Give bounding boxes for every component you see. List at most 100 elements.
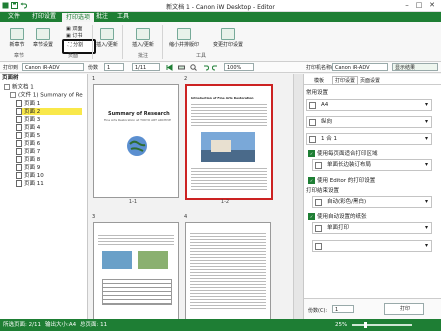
tree-page-item[interactable]: 页面 3 xyxy=(16,116,82,123)
layout-icon xyxy=(309,136,316,143)
page-indicator[interactable]: 1/11 xyxy=(132,63,160,71)
orientation-value: 纵向 xyxy=(321,119,333,125)
layout-value: 1 合 1 xyxy=(321,136,337,142)
tree-page-item[interactable]: 页面 6 xyxy=(16,140,82,147)
page-heading: Summary of Research xyxy=(108,111,170,117)
tree-root[interactable]: 新文档 1 xyxy=(4,84,34,91)
status-total-pages: 总页面: 11 xyxy=(80,322,108,328)
tab-tools[interactable]: 工具 xyxy=(113,12,133,22)
duplex-value: 单面长边装订布局 xyxy=(327,162,372,168)
zoom-in-icon[interactable] xyxy=(190,64,197,71)
copies-input[interactable]: 1 xyxy=(104,63,124,71)
group-label-tools: 工具 xyxy=(196,53,207,59)
chapter-settings-button[interactable]: 章节设置 xyxy=(30,28,56,48)
chapter-settings-icon xyxy=(36,28,50,40)
tree-document[interactable]: (文件 1) Summary of Re xyxy=(10,92,83,99)
insert-button[interactable]: 插入/更新 xyxy=(126,28,160,48)
duplex-button[interactable]: ▣ 双面 xyxy=(66,25,82,32)
expand-icon[interactable] xyxy=(4,84,10,90)
ribbon: 新章节 章节设置 ▣ 双面 ▣ 订书 ⛶ 分割 插入/更新 插入/更新 缩小并排… xyxy=(0,22,441,62)
paper-size-value: A4 xyxy=(321,102,329,108)
reduce-layout-icon xyxy=(177,28,191,40)
minimize-button[interactable]: – xyxy=(402,1,412,10)
page-icon xyxy=(16,172,22,179)
single-side-select[interactable]: 单面打印 ▾ xyxy=(312,222,432,234)
use-editor-settings-checkbox[interactable]: ✓ 使用 Editor 的打印设置 xyxy=(308,176,375,184)
copies-footer-label: 份数(C): xyxy=(308,308,328,314)
page-thumbnail[interactable] xyxy=(185,222,271,321)
group-label-page: 页面 xyxy=(68,53,79,59)
insert-update-button[interactable]: 插入/更新 xyxy=(94,28,120,48)
print-icon[interactable] xyxy=(178,64,185,71)
tree-page-item[interactable]: 页面 9 xyxy=(16,164,82,171)
tree-page-label: 页面 5 xyxy=(24,133,41,139)
show-result-button[interactable]: 显示结果 xyxy=(392,63,438,71)
fit-print-area-checkbox[interactable]: ✓ 使用每页面适合打印区域 xyxy=(308,149,378,157)
zoom-slider[interactable] xyxy=(352,324,412,326)
page-thumbnail[interactable] xyxy=(93,222,179,321)
photo-icon xyxy=(138,251,168,269)
page-thumbnail-selected[interactable]: Introduction of Fine Arts Restoration xyxy=(185,84,273,200)
status-selected-pages: 所选页面: 2/11 xyxy=(3,322,41,328)
tree-page-item[interactable]: 页面 1 xyxy=(16,100,82,107)
print-button[interactable]: 打印 xyxy=(384,303,424,315)
expand-icon[interactable] xyxy=(10,92,16,98)
redo-toolbar-icon[interactable] xyxy=(212,64,219,71)
page-icon xyxy=(16,156,22,163)
use-editor-settings-label: 使用 Editor 的打印设置 xyxy=(317,178,376,184)
tab-file[interactable]: 文件 xyxy=(4,12,24,22)
duplex-select[interactable]: 单面长边装订布局 ▾ xyxy=(312,159,432,171)
tree-page-item[interactable]: 页面 5 xyxy=(16,132,82,139)
orientation-select[interactable]: 纵向 ▾ xyxy=(306,116,432,128)
undo-toolbar-icon[interactable] xyxy=(202,64,209,71)
printer-select[interactable]: Canon iR-ADV xyxy=(22,63,84,71)
color-icon xyxy=(315,199,322,206)
color-mode-select[interactable]: 自动(彩色/黑白) ▾ xyxy=(312,196,432,208)
tab-annotation[interactable]: 批注 xyxy=(92,12,112,22)
tab-print-settings[interactable]: 打印设置 xyxy=(28,12,60,22)
status-zoom: 25% xyxy=(335,322,348,328)
group-label-chapter: 章节 xyxy=(14,53,25,59)
tree-page-item[interactable]: 页面 10 xyxy=(16,172,82,179)
status-bar: 所选页面: 2/11 输出大小:A4 总页面: 11 25% xyxy=(0,319,441,331)
maximize-button[interactable]: □ xyxy=(414,1,424,10)
title-bar: 新文档 1 - Canon iW Desktop - Editor – □ ✕ xyxy=(0,0,441,12)
zoom-slider-thumb[interactable] xyxy=(364,322,367,328)
more-options-select[interactable]: ▾ xyxy=(312,240,432,252)
zoom-select[interactable]: 100% xyxy=(224,63,254,71)
tab-template[interactable]: 模板 xyxy=(314,77,324,84)
tab-page-setting[interactable]: 页面设置 xyxy=(360,77,380,84)
split-label: 分割 xyxy=(73,42,84,48)
tree-page-item[interactable]: 页面 11 xyxy=(16,180,82,187)
close-button[interactable]: ✕ xyxy=(427,1,437,10)
auto-paper-checkbox[interactable]: ✓ 使用自动设置的纸张 xyxy=(308,212,367,220)
first-page-icon[interactable] xyxy=(166,64,173,71)
tree-page-item[interactable]: 页面 7 xyxy=(16,148,82,155)
layout-select[interactable]: 1 合 1 ▾ xyxy=(306,133,432,145)
text-block xyxy=(191,166,267,192)
tree-page-item[interactable]: 页面 8 xyxy=(16,156,82,163)
page-icon xyxy=(16,180,22,187)
copies-footer-input[interactable]: 1 xyxy=(332,305,354,313)
new-chapter-button[interactable]: 新章节 xyxy=(4,28,30,48)
paper-size-select[interactable]: A4 ▾ xyxy=(306,99,432,111)
split-icon: ⛶ xyxy=(68,42,72,48)
tree-page-label: 页面 3 xyxy=(24,117,41,123)
change-print-settings-label: 变更打印设置 xyxy=(212,42,243,48)
staple-button[interactable]: ▣ 订书 xyxy=(66,32,82,39)
chevron-down-icon: ▾ xyxy=(424,198,428,205)
page-subheading: Fine Arts Restoration at TOKYO ART ARCHI… xyxy=(104,118,172,122)
page-thumbnail[interactable]: Summary of Research Fine Arts Restoratio… xyxy=(93,84,179,198)
tab-print-setting[interactable]: 打印设置 xyxy=(332,76,359,85)
tree-page-item[interactable]: 页面 4 xyxy=(16,124,82,131)
tree-page-item[interactable]: 页面 2 xyxy=(16,108,82,115)
change-print-settings-button[interactable]: 变更打印设置 xyxy=(206,28,250,48)
reduce-layout-button[interactable]: 缩小并排版印 xyxy=(164,28,204,48)
photo-icon xyxy=(201,132,255,162)
new-chapter-label: 新章节 xyxy=(9,42,25,48)
tree-page-label: 页面 8 xyxy=(24,157,41,163)
new-chapter-icon xyxy=(10,28,24,40)
printer-name-select[interactable]: Canon iR-ADV xyxy=(332,63,388,71)
options-icon xyxy=(315,243,322,250)
separator xyxy=(162,25,163,59)
